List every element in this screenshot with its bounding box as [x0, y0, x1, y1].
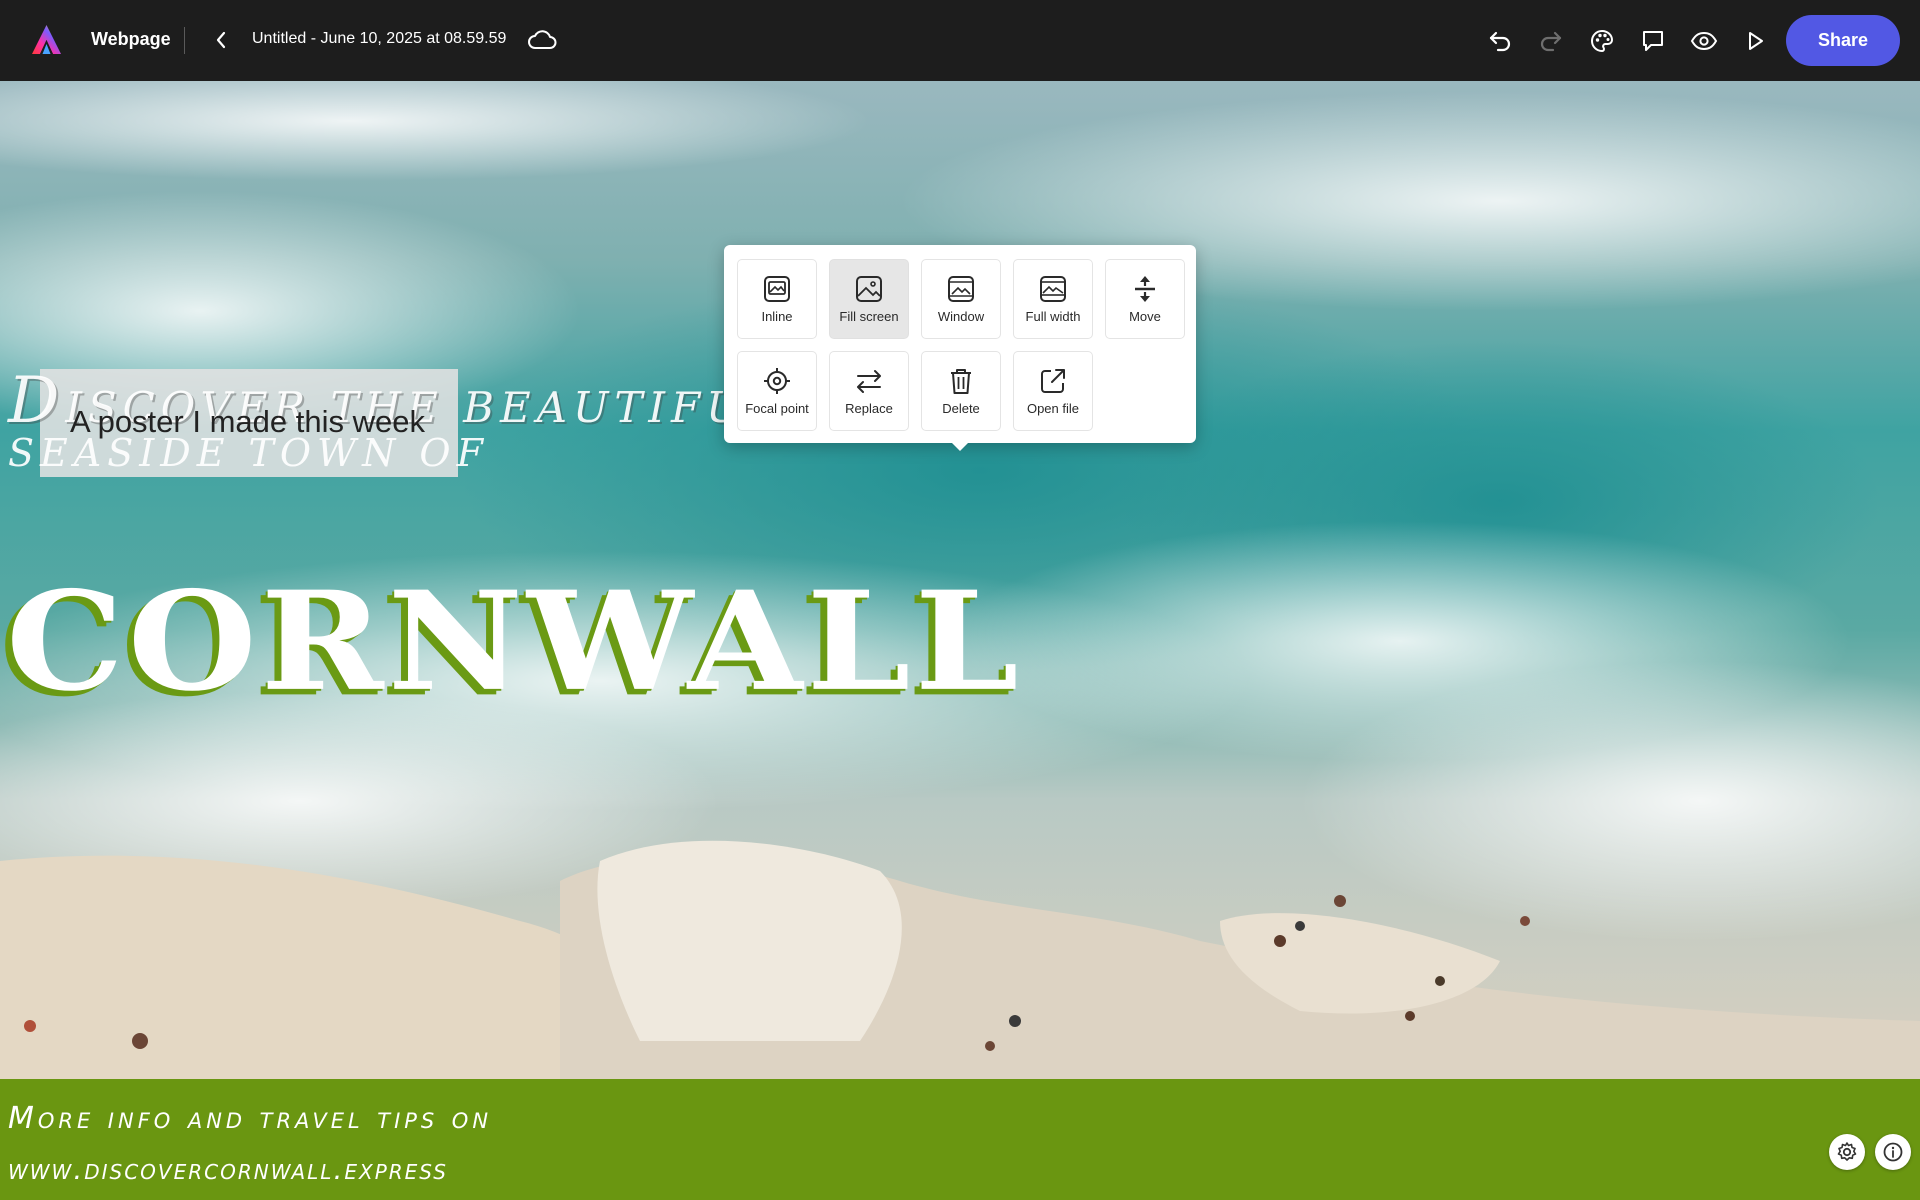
replace-option-label: Replace [845, 401, 893, 416]
chevron-left-icon [216, 31, 226, 49]
open-external-icon [1041, 369, 1065, 393]
comment-button[interactable] [1636, 24, 1670, 58]
app-name: Webpage [91, 29, 171, 49]
footer-line-1[interactable]: More info and travel tips on [8, 1101, 492, 1136]
fill-screen-option-label: Fill screen [839, 309, 899, 324]
focal-point-icon [764, 368, 790, 394]
move-option-label: Move [1129, 309, 1161, 324]
preview-eye-icon [1690, 31, 1718, 51]
cloud-sync-button[interactable] [526, 26, 558, 54]
inline-option[interactable]: Inline [737, 259, 817, 339]
image-inline-icon [764, 276, 790, 302]
headline-initial: D [8, 364, 66, 438]
inline-option-label: Inline [761, 309, 793, 324]
open-file-option-label: Open file [1026, 401, 1080, 416]
theme-button[interactable] [1585, 24, 1619, 58]
document-title[interactable]: Untitled - June 10, 2025 at 08.59.59 [252, 30, 506, 48]
image-full-width-icon [1040, 276, 1066, 302]
settings-gear-icon [1837, 1142, 1857, 1161]
focal-point-option-label: Focal point [745, 401, 809, 416]
back-button[interactable] [208, 25, 234, 55]
trash-icon [951, 369, 971, 394]
popover-pointer [950, 441, 970, 451]
window-option[interactable]: Window [921, 259, 1001, 339]
info-icon [1883, 1142, 1903, 1162]
window-option-label: Window [937, 309, 985, 324]
comment-icon [1643, 31, 1663, 51]
delete-option[interactable]: Delete [921, 351, 1001, 431]
image-options-popover: Inline Fill screen Window Full width Mov… [724, 245, 1196, 443]
undo-button[interactable] [1483, 24, 1517, 58]
info-button[interactable] [1875, 1134, 1911, 1170]
image-window-icon [948, 276, 974, 302]
footer-line-2[interactable]: www.discovercornwall.express [8, 1153, 448, 1186]
top-bar: Webpage Untitled - June 10, 2025 at 08.5… [0, 0, 1920, 81]
focal-point-option[interactable]: Focal point [737, 351, 817, 431]
replace-option[interactable]: Replace [829, 351, 909, 431]
theme-palette-icon [1591, 29, 1614, 53]
settings-button[interactable] [1829, 1134, 1865, 1170]
replace-arrows-icon [857, 370, 881, 393]
fill-screen-option[interactable]: Fill screen [829, 259, 909, 339]
full-width-option[interactable]: Full width [1013, 259, 1093, 339]
toolbar-divider [184, 27, 185, 54]
move-option[interactable]: Move [1105, 259, 1185, 339]
redo-button[interactable] [1534, 24, 1568, 58]
cloud-icon [528, 30, 557, 49]
caption-text[interactable]: A poster I made this week [70, 404, 425, 440]
delete-option-label: Delete [942, 401, 980, 416]
page-canvas: Discover the beautiful seaside town of A… [0, 81, 1920, 1200]
play-icon [1749, 32, 1763, 50]
undo-icon [1489, 31, 1511, 52]
redo-icon [1540, 31, 1562, 52]
move-arrows-icon [1135, 276, 1155, 302]
share-button[interactable]: Share [1786, 15, 1900, 66]
image-fill-screen-icon [856, 276, 882, 302]
present-button[interactable] [1738, 24, 1772, 58]
cornwall-title[interactable]: CORNWALL [6, 561, 1023, 721]
open-file-option[interactable]: Open file [1013, 351, 1093, 431]
full-width-option-label: Full width [1025, 309, 1081, 324]
adobe-express-logo[interactable] [30, 24, 63, 57]
preview-button[interactable] [1687, 24, 1721, 58]
